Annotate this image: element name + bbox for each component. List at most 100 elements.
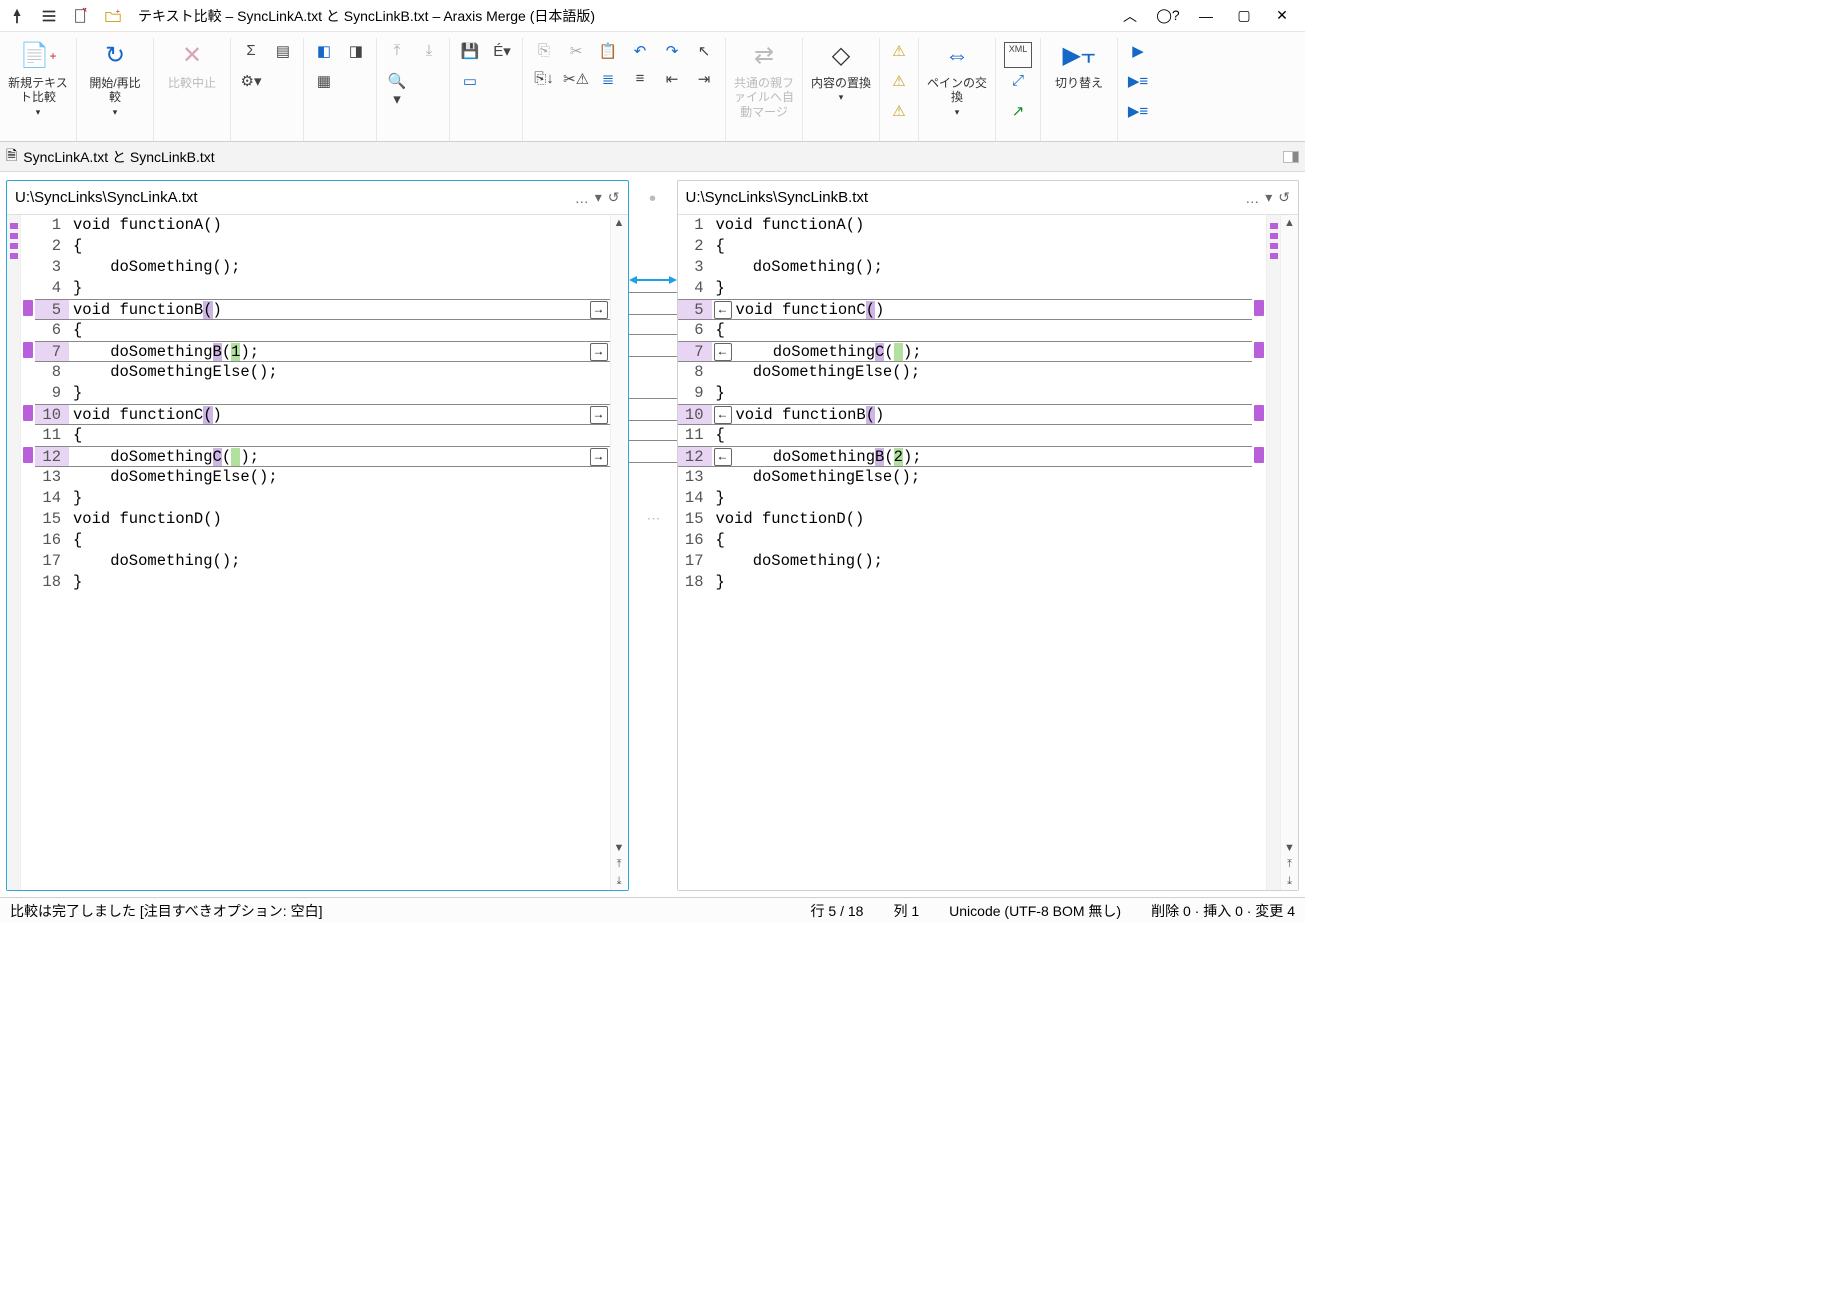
warn-mid-icon[interactable]: ⚠ <box>888 72 910 98</box>
pointer-icon[interactable]: ↖ <box>691 42 717 68</box>
code-line[interactable]: 14} <box>678 488 1253 509</box>
code-line[interactable]: 8 doSomethingElse(); <box>35 362 610 383</box>
code-line[interactable]: 7 doSomethingB(1);→ <box>35 341 610 362</box>
help-icon[interactable]: ◯? <box>1153 7 1183 24</box>
merge-button[interactable]: ← <box>714 301 732 319</box>
scroll-controls-right[interactable]: ▲ ▼ ⤒ ⤓ <box>1280 215 1298 890</box>
stripe-icon[interactable]: ≡ <box>627 70 653 96</box>
merge-button[interactable]: ← <box>714 406 732 424</box>
list-icon[interactable]: ≣ <box>595 70 621 96</box>
code-line[interactable]: 5void functionC()← <box>678 299 1253 320</box>
code-line[interactable]: 16{ <box>678 530 1253 551</box>
code-line[interactable]: 18} <box>35 572 610 593</box>
sigma-icon[interactable]: Σ <box>239 42 263 68</box>
paste-icon[interactable]: 📋 <box>595 42 621 68</box>
restart-button[interactable]: ↻ 開始/再比較▾ <box>85 38 145 118</box>
code-line[interactable]: 10void functionB()← <box>678 404 1253 425</box>
code-line[interactable]: 8 doSomethingElse(); <box>678 362 1253 383</box>
more-dots-icon[interactable]: ⋯ <box>647 510 661 527</box>
scroll-top-icon[interactable]: ⤒ <box>1281 856 1298 873</box>
flag2-icon[interactable]: ▶≡ <box>1126 72 1150 98</box>
code-line[interactable]: 7 doSomethingC( );← <box>678 341 1253 362</box>
copy-down-icon[interactable]: ⎘↓ <box>531 70 557 96</box>
history-icon[interactable]: ↺ <box>1278 189 1290 206</box>
scroll-controls-left[interactable]: ▲ ▼ ⤒ ⤓ <box>610 215 628 890</box>
accent-e-icon[interactable]: É▾ <box>490 42 514 68</box>
merge-button[interactable]: → <box>590 448 608 466</box>
scroll-top-icon[interactable]: ⤒ <box>611 856 628 873</box>
chevron-down-icon[interactable]: ▾ <box>1265 189 1272 206</box>
code-line[interactable]: 14} <box>35 488 610 509</box>
code-body-left[interactable]: 1void functionA()2{3 doSomething();4}5vo… <box>35 215 610 890</box>
hamburger-icon[interactable] <box>40 7 58 25</box>
copy-icon[interactable]: ⎘ <box>531 42 557 68</box>
page-icon[interactable]: ▤ <box>271 42 295 68</box>
code-body-right[interactable]: 1void functionA()2{3 doSomething();4}5vo… <box>678 215 1253 890</box>
merge-button[interactable]: → <box>590 301 608 319</box>
code-line[interactable]: 15void functionD() <box>35 509 610 530</box>
diag-arrow-icon[interactable]: ⤢ <box>1004 72 1032 98</box>
code-line[interactable]: 4} <box>35 278 610 299</box>
new-compare-button[interactable]: 📄+ 新規テキスト比較▾ <box>8 38 68 118</box>
cut-warn-icon[interactable]: ✂⚠ <box>563 70 589 96</box>
swap-panes-button[interactable]: ⇔ ペインの交換▾ <box>927 38 987 118</box>
warn-up-icon[interactable]: ⚠ <box>888 42 910 68</box>
code-line[interactable]: 18} <box>678 572 1253 593</box>
merge-button[interactable]: ← <box>714 343 732 361</box>
code-line[interactable]: 1void functionA() <box>678 215 1253 236</box>
undo-icon[interactable]: ↶ <box>627 42 653 68</box>
chevron-up-icon[interactable]: ︿ <box>1115 6 1145 26</box>
code-line[interactable]: 3 doSomething(); <box>35 257 610 278</box>
cut-icon[interactable]: ✂ <box>563 42 589 68</box>
layout-right-icon[interactable]: ◨ <box>344 42 368 68</box>
code-line[interactable]: 5void functionB()→ <box>35 299 610 320</box>
code-line[interactable]: 17 doSomething(); <box>678 551 1253 572</box>
code-line[interactable]: 10void functionC()→ <box>35 404 610 425</box>
document-tab[interactable]: 🗎 SyncLinkA.txt と SyncLinkB.txt <box>6 145 215 169</box>
scroll-bottom-icon[interactable]: ⤓ <box>611 873 628 890</box>
new-folder-icon[interactable]: + <box>104 7 122 25</box>
scroll-down-icon[interactable]: ▼ <box>1281 840 1298 856</box>
code-line[interactable]: 16{ <box>35 530 610 551</box>
switch-button[interactable]: ▶⫟ 切り替え <box>1049 38 1109 90</box>
warn-down-icon[interactable]: ⚠ <box>888 102 910 128</box>
maximize-icon[interactable]: ▢ <box>1229 7 1259 24</box>
layout-grid-icon[interactable]: ▦ <box>312 72 336 98</box>
indent-icon[interactable]: ⇥ <box>691 70 717 96</box>
code-line[interactable]: 12 doSomethingB(2);← <box>678 446 1253 467</box>
code-line[interactable]: 11{ <box>35 425 610 446</box>
pane-right-path[interactable]: U:\SyncLinks\SyncLinkB.txt <box>686 189 1238 206</box>
flag1-icon[interactable]: ▶ <box>1126 42 1150 68</box>
new-doc-icon[interactable] <box>72 7 90 25</box>
replace-button[interactable]: ◇ 内容の置換▾ <box>811 38 871 103</box>
gear-icon[interactable]: ⚙▾ <box>239 72 263 98</box>
overview-strip-right[interactable] <box>1266 215 1280 890</box>
more-icon[interactable]: … <box>1245 190 1259 206</box>
code-line[interactable]: 12 doSomethingC( );→ <box>35 446 610 467</box>
search-icon[interactable]: 🔍▾ <box>385 72 409 98</box>
panel-toggle-icon[interactable] <box>1283 151 1299 163</box>
code-line[interactable]: 9} <box>35 383 610 404</box>
code-line[interactable]: 4} <box>678 278 1253 299</box>
merge-button[interactable]: ← <box>714 448 732 466</box>
code-line[interactable]: 3 doSomething(); <box>678 257 1253 278</box>
save-icon[interactable]: 💾 <box>458 42 482 68</box>
merge-button[interactable]: → <box>590 343 608 361</box>
layout-left-icon[interactable]: ◧ <box>312 42 336 68</box>
scroll-up-icon[interactable]: ▲ <box>1281 215 1298 231</box>
pane-left-path[interactable]: U:\SyncLinks\SyncLinkA.txt <box>15 189 567 206</box>
xml-icon[interactable]: XML <box>1004 42 1032 68</box>
history-icon[interactable]: ↺ <box>608 189 620 206</box>
code-line[interactable]: 6{ <box>678 320 1253 341</box>
scroll-bottom-icon[interactable]: ⤓ <box>1281 873 1298 890</box>
goto-bottom-icon[interactable]: ⤓ <box>417 42 441 68</box>
redo-icon[interactable]: ↷ <box>659 42 685 68</box>
flag3-icon[interactable]: ▶≡ <box>1126 102 1150 128</box>
close-icon[interactable]: ✕ <box>1267 7 1297 24</box>
minimize-icon[interactable]: ― <box>1191 8 1221 24</box>
merge-button[interactable]: → <box>590 406 608 424</box>
code-line[interactable]: 17 doSomething(); <box>35 551 610 572</box>
export-icon[interactable]: ↗ <box>1004 102 1032 128</box>
code-line[interactable]: 9} <box>678 383 1253 404</box>
code-line[interactable]: 15void functionD() <box>678 509 1253 530</box>
